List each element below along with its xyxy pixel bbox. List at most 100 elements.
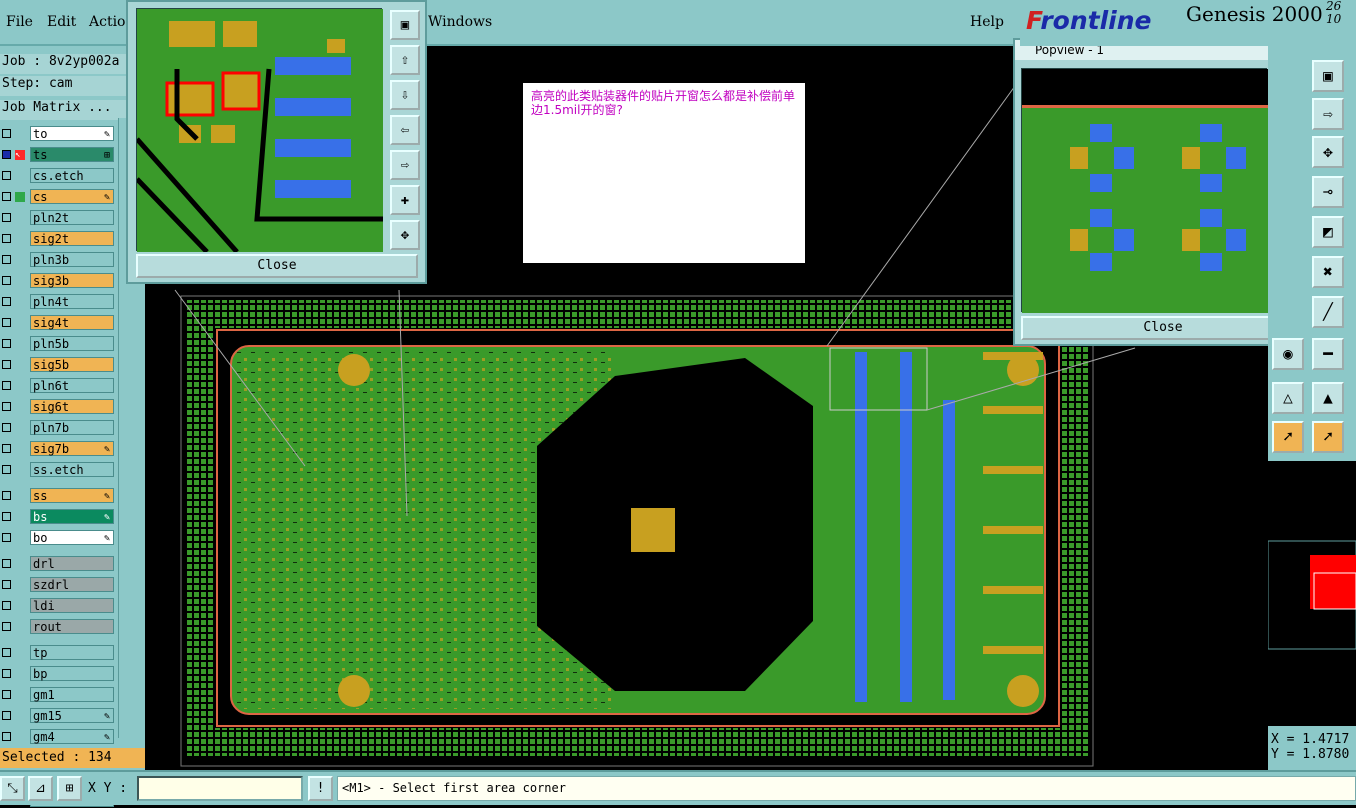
- menu-help[interactable]: Help: [970, 14, 1004, 30]
- layer-checkbox[interactable]: [2, 339, 11, 348]
- layer-checkbox[interactable]: [2, 580, 11, 589]
- layer-checkbox[interactable]: [2, 622, 11, 631]
- layer-checkbox[interactable]: [2, 171, 11, 180]
- layer-row-drl[interactable]: drl: [0, 556, 116, 571]
- menu-file[interactable]: File: [6, 14, 33, 30]
- layer-checkbox[interactable]: [2, 512, 11, 521]
- popview-2-viewport[interactable]: [1021, 68, 1268, 313]
- layer-checkbox[interactable]: [2, 255, 11, 264]
- layer-name[interactable]: ss ✎: [30, 488, 114, 503]
- layer-row-ts[interactable]: ↖ ts ⊞: [0, 147, 116, 162]
- layer-checkbox[interactable]: [2, 601, 11, 610]
- layer-name[interactable]: sig3b: [30, 273, 114, 288]
- layer-name[interactable]: bo ✎: [30, 530, 114, 545]
- tool-measure-icon[interactable]: ⊸: [1312, 176, 1344, 208]
- layer-name[interactable]: cs ✎: [30, 189, 114, 204]
- layer-name[interactable]: sig2t: [30, 231, 114, 246]
- layer-name[interactable]: ts ⊞: [30, 147, 114, 162]
- layer-checkbox[interactable]: [2, 559, 11, 568]
- layer-checkbox[interactable]: [2, 423, 11, 432]
- layer-row-pln3b[interactable]: pln3b: [0, 252, 116, 267]
- layer-row-ldi[interactable]: ldi: [0, 598, 116, 613]
- layer-row-rout[interactable]: rout: [0, 619, 116, 634]
- snap-mode-icon[interactable]: ⤡: [0, 776, 25, 801]
- popview-1-zoom-in-button[interactable]: ✚: [390, 185, 420, 215]
- layer-row-bs[interactable]: bs ✎: [0, 509, 116, 524]
- popview-window-1[interactable]: ▣ ⇧ ⇩ ⇦ ⇨ ✚ ✥ Close: [126, 0, 427, 284]
- grid-icon[interactable]: ⊞: [57, 776, 82, 801]
- layer-name[interactable]: drl: [30, 556, 114, 571]
- layer-name[interactable]: bs ✎: [30, 509, 114, 524]
- layer-checkbox[interactable]: [2, 192, 11, 201]
- popview-2-close-button[interactable]: Close: [1021, 316, 1305, 340]
- layer-checkbox[interactable]: [2, 150, 11, 159]
- layer-checkbox[interactable]: [2, 533, 11, 542]
- tool-pointer-alt-icon[interactable]: ➚: [1312, 421, 1344, 453]
- layer-name[interactable]: ldi: [30, 598, 114, 613]
- layer-checkbox[interactable]: [2, 129, 11, 138]
- tool-snap-icon[interactable]: ◩: [1312, 216, 1344, 248]
- popview-1-pan-up-button[interactable]: ⇧: [390, 45, 420, 75]
- layer-row-sig2t[interactable]: sig2t: [0, 231, 116, 246]
- layer-name[interactable]: cs.etch: [30, 168, 114, 183]
- tool-zoom-home-icon[interactable]: ▣: [1312, 60, 1344, 92]
- layer-checkbox[interactable]: [2, 669, 11, 678]
- layer-row-pln6t[interactable]: pln6t: [0, 378, 116, 393]
- layer-row-pln7b[interactable]: pln7b: [0, 420, 116, 435]
- layer-name[interactable]: sig7b ✎: [30, 441, 114, 456]
- layer-name[interactable]: szdrl: [30, 577, 114, 592]
- layer-row-sig6t[interactable]: sig6t: [0, 399, 116, 414]
- layer-name[interactable]: gm1: [30, 687, 114, 702]
- xy-input[interactable]: [137, 776, 303, 801]
- layer-name[interactable]: to ✎: [30, 126, 114, 141]
- layer-row-bo[interactable]: bo ✎: [0, 530, 116, 545]
- popview-1-zoom-home-button[interactable]: ▣: [390, 10, 420, 40]
- popview-1-viewport[interactable]: [135, 8, 383, 254]
- tool-line-icon[interactable]: ╱: [1312, 296, 1344, 328]
- layer-checkbox[interactable]: [2, 297, 11, 306]
- layer-checkbox[interactable]: [2, 491, 11, 500]
- layer-name[interactable]: sig6t: [30, 399, 114, 414]
- tool-pad-icon[interactable]: ◉: [1272, 338, 1304, 370]
- layer-row-sig3b[interactable]: sig3b: [0, 273, 116, 288]
- layer-checkbox[interactable]: [2, 402, 11, 411]
- layer-checkbox[interactable]: [2, 213, 11, 222]
- layer-row-sig4t[interactable]: sig4t: [0, 315, 116, 330]
- layer-checkbox[interactable]: [2, 444, 11, 453]
- overview-preview[interactable]: [1267, 461, 1356, 723]
- layer-row-cs-etch[interactable]: cs.etch: [0, 168, 116, 183]
- layer-row-tp[interactable]: tp: [0, 645, 116, 660]
- tool-pointer-icon[interactable]: ➚: [1272, 421, 1304, 453]
- layer-row-gm4[interactable]: gm4 ✎: [0, 729, 116, 744]
- layer-name[interactable]: pln2t: [30, 210, 114, 225]
- layer-row-ss-etch[interactable]: ss.etch: [0, 462, 116, 477]
- layer-row-pln4t[interactable]: pln4t: [0, 294, 116, 309]
- layer-name[interactable]: ss.etch: [30, 462, 114, 477]
- layer-row-sig7b[interactable]: sig7b ✎: [0, 441, 116, 456]
- layer-checkbox[interactable]: [2, 690, 11, 699]
- layer-row-cs[interactable]: cs ✎: [0, 189, 116, 204]
- layer-checkbox[interactable]: [2, 711, 11, 720]
- measure-mode-icon[interactable]: ⊿: [28, 776, 53, 801]
- layer-checkbox[interactable]: [2, 648, 11, 657]
- tool-triangle-icon[interactable]: △: [1272, 382, 1304, 414]
- layer-name[interactable]: bp: [30, 666, 114, 681]
- tool-cross-icon[interactable]: ✖: [1312, 256, 1344, 288]
- layer-row-ss[interactable]: ss ✎: [0, 488, 116, 503]
- layer-checkbox[interactable]: [2, 276, 11, 285]
- layer-name[interactable]: tp: [30, 645, 114, 660]
- layer-row-to[interactable]: to ✎: [0, 126, 116, 141]
- popview-1-zoom-out-button[interactable]: ✥: [390, 220, 420, 250]
- menu-windows[interactable]: Windows: [428, 14, 492, 30]
- popview-1-pan-left-button[interactable]: ⇦: [390, 115, 420, 145]
- tool-pan-right-icon[interactable]: ⇨: [1312, 98, 1344, 130]
- layer-checkbox[interactable]: [2, 381, 11, 390]
- layer-row-gm1[interactable]: gm1: [0, 687, 116, 702]
- popview-1-pan-down-button[interactable]: ⇩: [390, 80, 420, 110]
- tool-triangle-select-icon[interactable]: ▲: [1312, 382, 1344, 414]
- layer-name[interactable]: pln3b: [30, 252, 114, 267]
- info-icon[interactable]: !: [308, 776, 333, 801]
- layer-name[interactable]: gm15 ✎: [30, 708, 114, 723]
- popview-1-pan-right-button[interactable]: ⇨: [390, 150, 420, 180]
- layer-name[interactable]: rout: [30, 619, 114, 634]
